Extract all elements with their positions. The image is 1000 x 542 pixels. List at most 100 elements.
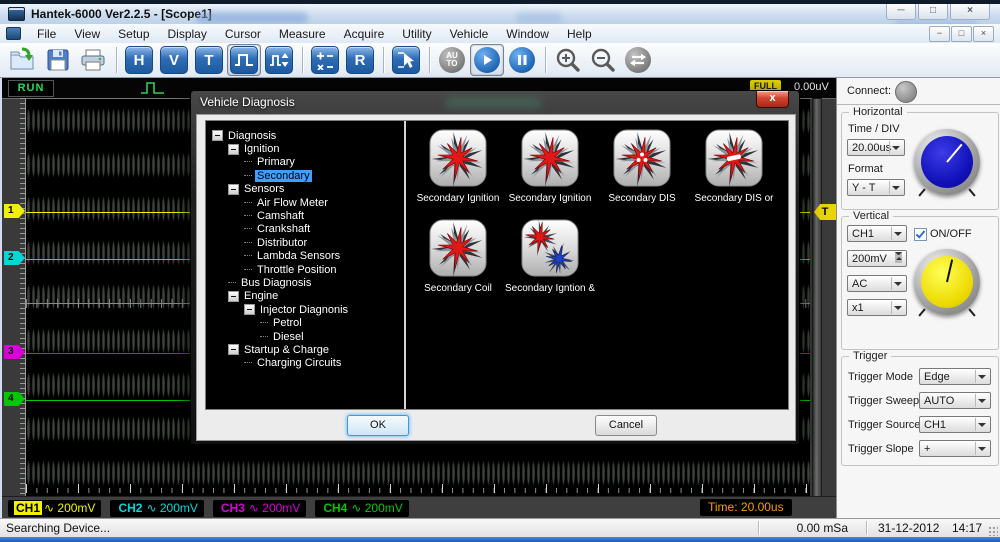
tree-item-bus-diagnosis[interactable]: Bus Diagnosis: [206, 276, 404, 289]
diagnosis-icon-secondary-ignition-distributor-type-ki[interactable]: Secondary IgnitionDistributor Type (Ki..…: [504, 129, 596, 219]
dialog-title: Vehicle Diagnosis: [200, 95, 295, 109]
maximize-button[interactable]: □: [918, 4, 948, 20]
tree-item-primary[interactable]: Primary: [206, 156, 404, 169]
menu-cursor[interactable]: Cursor: [216, 25, 270, 43]
sample-rate-value: 0.00 mSa: [768, 521, 848, 535]
trigger-slope-select[interactable]: +: [919, 440, 991, 457]
format-select[interactable]: Y - T: [847, 179, 905, 196]
menu-view[interactable]: View: [65, 25, 109, 43]
close-button[interactable]: ×: [950, 4, 990, 20]
tree-expander-icon[interactable]: [228, 144, 239, 155]
tree-item-petrol[interactable]: Petrol: [206, 316, 404, 329]
tree-item-camshaft[interactable]: Camshaft: [206, 209, 404, 222]
tree-item-air-flow-meter[interactable]: Air Flow Meter: [206, 196, 404, 209]
menu-acquire[interactable]: Acquire: [335, 25, 394, 43]
diagnosis-icon-secondary-coil-output-diagnosis[interactable]: Secondary CoilOutput Diagnosis: [412, 219, 504, 309]
trigger-group-title: Trigger: [849, 350, 891, 362]
connect-indicator[interactable]: [895, 81, 917, 103]
autoset-button[interactable]: AUTO: [435, 44, 469, 76]
dialog-close-button[interactable]: x: [756, 91, 789, 108]
diagnosis-icon-secondary-ignition-distributor-type-pl[interactable]: Secondary IgnitionDistributor Type (Pl..…: [412, 129, 504, 219]
tree-item-sensors[interactable]: Sensors: [206, 183, 404, 196]
tree-item-charging-circuits[interactable]: Charging Circuits: [206, 357, 404, 370]
vertical-position-knob[interactable]: [914, 249, 980, 315]
mdi-restore-button[interactable]: □: [951, 26, 972, 42]
tree-expander-icon[interactable]: [244, 304, 255, 315]
mdi-minimize-button[interactable]: −: [929, 26, 950, 42]
window-controls: ─ □ ×: [886, 4, 990, 20]
tree-item-label: Secondary: [255, 170, 312, 182]
cancel-button[interactable]: Cancel: [595, 415, 657, 436]
scope-vertical-scrollbar[interactable]: [812, 98, 822, 498]
tree-item-lambda-sensors[interactable]: Lambda Sensors: [206, 250, 404, 263]
save-button[interactable]: [41, 44, 75, 76]
trigger-source-select[interactable]: CH1: [919, 416, 991, 433]
ok-button[interactable]: OK: [347, 415, 409, 436]
tree-expander-icon[interactable]: [228, 344, 239, 355]
volts-div-spinner[interactable]: 200mV: [847, 250, 907, 267]
resize-grip[interactable]: [988, 526, 998, 536]
diagnosis-icon-secondary-igntion-primary-igntion[interactable]: Secondary Igntion &Primary Igntion: [504, 219, 596, 309]
channel-label-ch1[interactable]: CH1∿ 200mV: [8, 500, 101, 517]
pause-button[interactable]: [505, 44, 539, 76]
channel-label-ch2[interactable]: CH2∿ 200mV: [110, 500, 203, 517]
pulse-shift-button[interactable]: [262, 44, 296, 76]
horizontal-axis-ticks: [26, 484, 810, 493]
reference-button[interactable]: R: [343, 44, 377, 76]
menu-file[interactable]: File: [28, 25, 65, 43]
zoom-in-button[interactable]: [551, 44, 585, 76]
tree-item-secondary[interactable]: Secondary: [206, 169, 404, 182]
start-button[interactable]: [470, 44, 504, 76]
tree-expander-icon[interactable]: [228, 291, 239, 302]
horizontal-position-knob[interactable]: [914, 129, 980, 195]
tree-expander-icon[interactable]: [228, 184, 239, 195]
pulse-mode-button[interactable]: [227, 44, 261, 76]
channel-volts: ∿ 200mV: [146, 501, 197, 515]
coupling-select[interactable]: AC: [847, 275, 907, 292]
probe-select[interactable]: x1: [847, 299, 907, 316]
tree-item-diagnosis[interactable]: Diagnosis: [206, 129, 404, 142]
tree-item-engine[interactable]: Engine: [206, 290, 404, 303]
dialog-titlebar[interactable]: Vehicle Diagnosis x: [191, 91, 799, 114]
sync-button[interactable]: [621, 44, 655, 76]
mdi-close-button[interactable]: ×: [973, 26, 994, 42]
zoom-out-button[interactable]: [586, 44, 620, 76]
tree-item-diesel[interactable]: Diesel: [206, 330, 404, 343]
print-button[interactable]: [76, 44, 110, 76]
tree-item-ignition[interactable]: Ignition: [206, 142, 404, 155]
spark-icon: [596, 129, 688, 192]
channel-onoff-checkbox[interactable]: [914, 228, 927, 241]
cursor-measure-button[interactable]: [389, 44, 423, 76]
tree-item-startup-charge[interactable]: Startup & Charge: [206, 343, 404, 356]
tree-item-injector-diagnonis[interactable]: Injector Diagnonis: [206, 303, 404, 316]
menu-setup[interactable]: Setup: [109, 25, 158, 43]
tree-item-distributor[interactable]: Distributor: [206, 236, 404, 249]
open-file-button[interactable]: [6, 44, 40, 76]
tree-item-label: Engine: [242, 290, 280, 302]
channel-label-ch3[interactable]: CH3∿ 200mV: [213, 500, 306, 517]
menu-display[interactable]: Display: [159, 25, 216, 43]
menu-vehicle[interactable]: Vehicle: [441, 25, 498, 43]
status-time: 14:17: [952, 521, 982, 535]
toolbar-separator: [116, 47, 117, 73]
math-button[interactable]: [308, 44, 342, 76]
tree-item-throttle-position[interactable]: Throttle Position: [206, 263, 404, 276]
channel-select[interactable]: CH1: [847, 225, 907, 242]
menu-utility[interactable]: Utility: [393, 25, 440, 43]
vertical-setup-button[interactable]: V: [157, 44, 191, 76]
trigger-sweep-select[interactable]: AUTO: [919, 392, 991, 409]
horizontal-setup-button[interactable]: H: [122, 44, 156, 76]
tree-item-crankshaft[interactable]: Crankshaft: [206, 223, 404, 236]
time-div-select[interactable]: 20.00us: [847, 139, 905, 156]
diagnosis-icon-secondary-dis-positive-fired[interactable]: Secondary DIS(Positive-fired): [596, 129, 688, 219]
tree-expander-icon[interactable]: [212, 130, 223, 141]
menu-window[interactable]: Window: [497, 25, 558, 43]
minimize-button[interactable]: ─: [886, 4, 916, 20]
trigger-mode-select[interactable]: Edge: [919, 368, 991, 385]
channel-label-ch4[interactable]: CH4∿ 200mV: [315, 500, 408, 517]
menu-measure[interactable]: Measure: [270, 25, 335, 43]
diagnosis-icon-secondary-dis-or-cpc-negative-fired[interactable]: Secondary DIS orCPC (Negative-fired): [688, 129, 780, 219]
document-icon[interactable]: [6, 27, 21, 40]
trigger-setup-button[interactable]: T: [192, 44, 226, 76]
menu-help[interactable]: Help: [558, 25, 601, 43]
